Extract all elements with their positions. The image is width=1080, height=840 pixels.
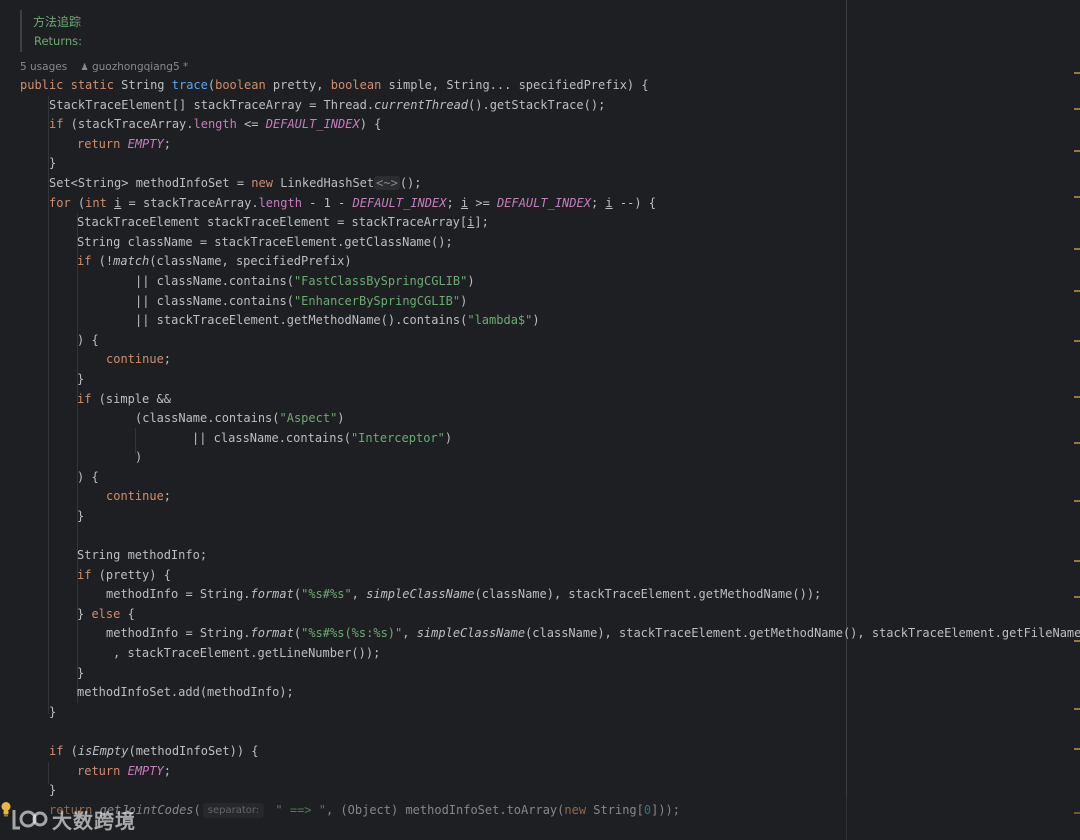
watermark-text: 大数跨境: [52, 809, 136, 833]
code-line[interactable]: public static String trace(boolean prett…: [20, 76, 649, 96]
code-line[interactable]: || className.contains("FastClassBySpring…: [135, 272, 475, 292]
code-line[interactable]: }: [49, 154, 56, 174]
code-vision-hints: 5 usages ♟ guozhongqiang5 *: [20, 61, 188, 73]
code-line[interactable]: if (simple &&: [77, 390, 171, 410]
right-margin-guide: [846, 0, 847, 840]
author-link[interactable]: guozhongqiang5 *: [92, 61, 188, 73]
code-line[interactable]: if (pretty) {: [77, 566, 171, 586]
scrollbar-marker[interactable]: [1074, 196, 1080, 198]
code-line[interactable]: if (!match(className, specifiedPrefix): [77, 252, 352, 272]
watermark-overlay: [0, 798, 1080, 840]
doc-comment-returns: Returns:: [34, 34, 83, 48]
scrollbar-marker[interactable]: [1074, 340, 1080, 342]
watermark: 大数跨境: [10, 805, 136, 834]
code-line[interactable]: StackTraceElement[] stackTraceArray = Th…: [49, 96, 605, 116]
scrollbar-marker[interactable]: [1074, 108, 1080, 110]
scrollbar-marker[interactable]: [1074, 640, 1080, 642]
indent-guide: [77, 213, 78, 703]
code-line[interactable]: Set<String> methodInfoSet = new LinkedHa…: [49, 174, 422, 194]
code-line[interactable]: ): [135, 448, 142, 468]
code-line[interactable]: }: [77, 507, 84, 527]
scrollbar-marker[interactable]: [1074, 500, 1080, 502]
code-line[interactable]: methodInfo = String.format("%s#%s(%s:%s)…: [106, 624, 1080, 644]
usages-link[interactable]: 5 usages: [20, 61, 67, 73]
doc-comment-title: 方法追踪: [33, 15, 82, 29]
scrollbar-marker[interactable]: [1074, 442, 1080, 444]
scrollbar-marker[interactable]: [1074, 290, 1080, 292]
scrollbar-marker[interactable]: [1074, 150, 1080, 152]
code-line[interactable]: methodInfo = String.format("%s#%s", simp…: [106, 585, 821, 605]
scrollbar-marker[interactable]: [1074, 596, 1080, 598]
code-line[interactable]: } else {: [77, 605, 135, 625]
doc-comment-bar: [20, 10, 22, 52]
code-editor[interactable]: 方法追踪 Returns: 5 usages ♟ guozhongqiang5 …: [0, 0, 1080, 840]
code-line[interactable]: methodInfoSet.add(methodInfo);: [77, 683, 294, 703]
code-line[interactable]: if (isEmpty(methodInfoSet)) {: [49, 742, 259, 762]
scrollbar-marker[interactable]: [1074, 72, 1080, 74]
code-line[interactable]: continue;: [106, 350, 171, 370]
code-line[interactable]: }: [49, 703, 56, 723]
code-line[interactable]: }: [77, 664, 84, 684]
code-line[interactable]: || stackTraceElement.getMethodName().con…: [135, 311, 540, 331]
watermark-logo-icon: [12, 809, 48, 829]
code-line[interactable]: String methodInfo;: [77, 546, 207, 566]
scrollbar-marker[interactable]: [1074, 248, 1080, 250]
code-line[interactable]: (className.contains("Aspect"): [135, 409, 345, 429]
scrollbar-marker[interactable]: [1074, 708, 1080, 710]
code-line[interactable]: continue;: [106, 487, 171, 507]
code-line[interactable]: , stackTraceElement.getLineNumber());: [113, 644, 380, 664]
code-line[interactable]: return EMPTY;: [77, 762, 171, 782]
scrollbar-marker[interactable]: [1074, 748, 1080, 750]
user-icon: ♟: [80, 63, 89, 73]
code-line[interactable]: StackTraceElement stackTraceElement = st…: [77, 213, 489, 233]
scrollbar-marker[interactable]: [1074, 560, 1080, 562]
code-line[interactable]: if (stackTraceArray.length <= DEFAULT_IN…: [49, 115, 381, 135]
code-line[interactable]: ) {: [77, 331, 99, 351]
code-line[interactable]: for (int i = stackTraceArray.length - 1 …: [49, 194, 656, 214]
code-line[interactable]: return EMPTY;: [77, 135, 171, 155]
scrollbar-marker[interactable]: [1074, 396, 1080, 398]
code-line[interactable]: }: [77, 370, 84, 390]
code-line[interactable]: String className = stackTraceElement.get…: [77, 233, 453, 253]
code-line[interactable]: || className.contains("Interceptor"): [192, 429, 452, 449]
code-line[interactable]: ) {: [77, 468, 99, 488]
code-line[interactable]: || className.contains("EnhancerBySpringC…: [135, 292, 467, 312]
